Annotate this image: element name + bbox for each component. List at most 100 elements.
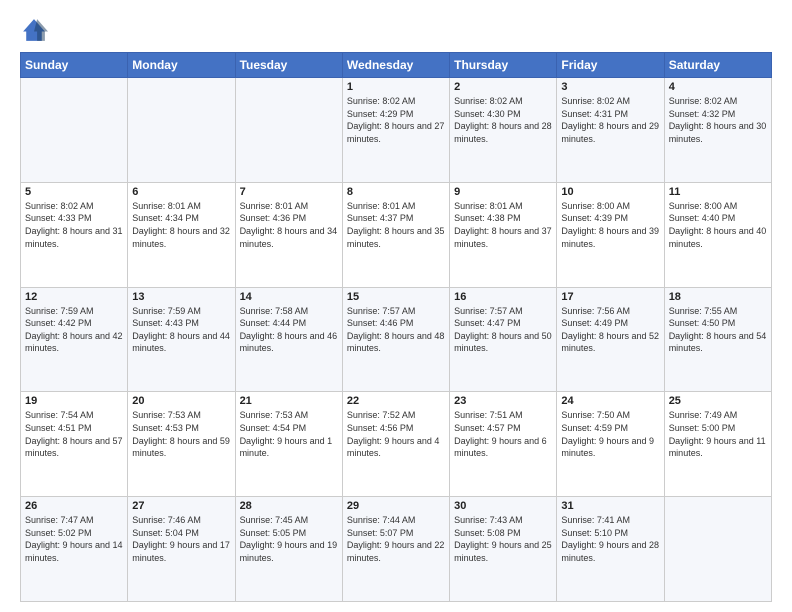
calendar-cell: 2Sunrise: 8:02 AM Sunset: 4:30 PM Daylig… xyxy=(450,78,557,183)
weekday-header-saturday: Saturday xyxy=(664,53,771,78)
calendar-cell: 11 Sunrise: 8:00 AM Sunset: 4:40 PM Dayli… xyxy=(664,182,771,287)
day-info: Sunrise: 7:53 AM Sunset: 4:53 PM Dayligh… xyxy=(132,409,230,459)
day-number: 6 xyxy=(132,186,230,198)
day-number: 3 xyxy=(561,81,659,93)
day-number: 19 xyxy=(25,395,123,407)
calendar-cell xyxy=(128,78,235,183)
calendar-week-1: 1 Sunrise: 8:02 AM Sunset: 4:29 PM Daylig… xyxy=(21,78,772,183)
day-info: Sunrise: 7:53 AM Sunset: 4:54 PM Dayligh… xyxy=(240,409,338,459)
calendar-cell: 10 Sunrise: 8:00 AM Sunset: 4:39 PM Dayli… xyxy=(557,182,664,287)
weekday-header-sunday: Sunday xyxy=(21,53,128,78)
calendar-cell: 26 Sunrise: 7:47 AM Sunset: 5:02 PM Dayli… xyxy=(21,497,128,602)
day-number: 11 xyxy=(669,186,767,198)
day-info: Sunrise: 8:02 AM Sunset: 4:33 PM Dayligh… xyxy=(25,200,123,250)
day-info: Sunrise: 8:01 AM Sunset: 4:37 PM Dayligh… xyxy=(347,200,445,250)
weekday-header-row: SundayMondayTuesdayWednesdayThursdayFrid… xyxy=(21,53,772,78)
day-info: Sunrise: 7:59 AM Sunset: 4:42 PM Dayligh… xyxy=(25,305,123,355)
day-number: 13 xyxy=(132,291,230,303)
calendar-week-5: 26 Sunrise: 7:47 AM Sunset: 5:02 PM Dayli… xyxy=(21,497,772,602)
day-info: Sunrise: 7:54 AM Sunset: 4:51 PM Dayligh… xyxy=(25,409,123,459)
calendar-week-2: 5 Sunrise: 8:02 AM Sunset: 4:33 PM Daylig… xyxy=(21,182,772,287)
day-number: 30 xyxy=(454,500,552,512)
header xyxy=(20,16,772,44)
calendar-cell: 1 Sunrise: 8:02 AM Sunset: 4:29 PM Daylig… xyxy=(342,78,449,183)
day-info: Sunrise: 7:55 AM Sunset: 4:50 PM Dayligh… xyxy=(669,305,767,355)
day-info: Sunrise: 7:57 AM Sunset: 4:46 PM Dayligh… xyxy=(347,305,445,355)
calendar-cell: 29 Sunrise: 7:44 AM Sunset: 5:07 PM Dayli… xyxy=(342,497,449,602)
day-info: Sunrise: 8:01 AM Sunset: 4:34 PM Dayligh… xyxy=(132,200,230,250)
calendar-cell: 28 Sunrise: 7:45 AM Sunset: 5:05 PM Dayli… xyxy=(235,497,342,602)
weekday-header-wednesday: Wednesday xyxy=(342,53,449,78)
calendar-cell: 21 Sunrise: 7:53 AM Sunset: 4:54 PM Dayli… xyxy=(235,392,342,497)
weekday-header-thursday: Thursday xyxy=(450,53,557,78)
day-info: Sunrise: 8:02 AM Sunset: 4:30 PM Dayligh… xyxy=(454,95,552,145)
day-number: 7 xyxy=(240,186,338,198)
day-number: 29 xyxy=(347,500,445,512)
calendar-cell: 20Sunrise: 7:53 AM Sunset: 4:53 PM Dayli… xyxy=(128,392,235,497)
day-info: Sunrise: 8:01 AM Sunset: 4:38 PM Dayligh… xyxy=(454,200,552,250)
day-info: Sunrise: 7:56 AM Sunset: 4:49 PM Dayligh… xyxy=(561,305,659,355)
calendar-cell: 19 Sunrise: 7:54 AM Sunset: 4:51 PM Dayli… xyxy=(21,392,128,497)
day-number: 12 xyxy=(25,291,123,303)
day-number: 21 xyxy=(240,395,338,407)
logo xyxy=(20,16,52,44)
calendar-cell: 6 Sunrise: 8:01 AM Sunset: 4:34 PM Daylig… xyxy=(128,182,235,287)
day-number: 26 xyxy=(25,500,123,512)
weekday-header-monday: Monday xyxy=(128,53,235,78)
calendar-cell: 18 Sunrise: 7:55 AM Sunset: 4:50 PM Dayli… xyxy=(664,287,771,392)
day-number: 18 xyxy=(669,291,767,303)
calendar-cell xyxy=(664,497,771,602)
calendar-cell: 14Sunrise: 7:58 AM Sunset: 4:44 PM Dayli… xyxy=(235,287,342,392)
day-info: Sunrise: 8:00 AM Sunset: 4:39 PM Dayligh… xyxy=(561,200,659,250)
calendar-cell: 25Sunrise: 7:49 AM Sunset: 5:00 PM Dayli… xyxy=(664,392,771,497)
calendar-cell: 22Sunrise: 7:52 AM Sunset: 4:56 PM Dayli… xyxy=(342,392,449,497)
day-number: 28 xyxy=(240,500,338,512)
calendar-cell: 31Sunrise: 7:41 AM Sunset: 5:10 PM Dayli… xyxy=(557,497,664,602)
calendar-body: 1 Sunrise: 8:02 AM Sunset: 4:29 PM Daylig… xyxy=(21,78,772,602)
day-number: 24 xyxy=(561,395,659,407)
calendar-cell: 24 Sunrise: 7:50 AM Sunset: 4:59 PM Dayli… xyxy=(557,392,664,497)
day-number: 9 xyxy=(454,186,552,198)
day-info: Sunrise: 7:46 AM Sunset: 5:04 PM Dayligh… xyxy=(132,514,230,564)
day-number: 4 xyxy=(669,81,767,93)
day-number: 16 xyxy=(454,291,552,303)
calendar-cell: 30 Sunrise: 7:43 AM Sunset: 5:08 PM Dayli… xyxy=(450,497,557,602)
calendar-cell: 15 Sunrise: 7:57 AM Sunset: 4:46 PM Dayli… xyxy=(342,287,449,392)
day-info: Sunrise: 8:02 AM Sunset: 4:32 PM Dayligh… xyxy=(669,95,767,145)
calendar-cell: 16 Sunrise: 7:57 AM Sunset: 4:47 PM Dayli… xyxy=(450,287,557,392)
day-number: 15 xyxy=(347,291,445,303)
calendar-cell: 12 Sunrise: 7:59 AM Sunset: 4:42 PM Dayli… xyxy=(21,287,128,392)
day-info: Sunrise: 7:45 AM Sunset: 5:05 PM Dayligh… xyxy=(240,514,338,564)
day-info: Sunrise: 7:51 AM Sunset: 4:57 PM Dayligh… xyxy=(454,409,552,459)
weekday-header-friday: Friday xyxy=(557,53,664,78)
day-number: 10 xyxy=(561,186,659,198)
day-number: 1 xyxy=(347,81,445,93)
day-info: Sunrise: 8:02 AM Sunset: 4:29 PM Dayligh… xyxy=(347,95,445,145)
day-info: Sunrise: 8:01 AM Sunset: 4:36 PM Dayligh… xyxy=(240,200,338,250)
weekday-header-tuesday: Tuesday xyxy=(235,53,342,78)
calendar-cell: 3Sunrise: 8:02 AM Sunset: 4:31 PM Daylig… xyxy=(557,78,664,183)
day-number: 17 xyxy=(561,291,659,303)
calendar-cell: 9 Sunrise: 8:01 AM Sunset: 4:38 PM Daylig… xyxy=(450,182,557,287)
day-number: 31 xyxy=(561,500,659,512)
day-info: Sunrise: 7:47 AM Sunset: 5:02 PM Dayligh… xyxy=(25,514,123,564)
day-number: 5 xyxy=(25,186,123,198)
day-info: Sunrise: 7:43 AM Sunset: 5:08 PM Dayligh… xyxy=(454,514,552,564)
day-info: Sunrise: 8:00 AM Sunset: 4:40 PM Dayligh… xyxy=(669,200,767,250)
day-info: Sunrise: 7:57 AM Sunset: 4:47 PM Dayligh… xyxy=(454,305,552,355)
calendar-cell: 8 Sunrise: 8:01 AM Sunset: 4:37 PM Daylig… xyxy=(342,182,449,287)
day-info: Sunrise: 7:50 AM Sunset: 4:59 PM Dayligh… xyxy=(561,409,659,459)
day-number: 25 xyxy=(669,395,767,407)
day-info: Sunrise: 7:59 AM Sunset: 4:43 PM Dayligh… xyxy=(132,305,230,355)
calendar-cell: 13 Sunrise: 7:59 AM Sunset: 4:43 PM Dayli… xyxy=(128,287,235,392)
day-info: Sunrise: 7:58 AM Sunset: 4:44 PM Dayligh… xyxy=(240,305,338,355)
logo-icon xyxy=(20,16,48,44)
day-number: 27 xyxy=(132,500,230,512)
day-info: Sunrise: 7:52 AM Sunset: 4:56 PM Dayligh… xyxy=(347,409,445,459)
day-info: Sunrise: 7:44 AM Sunset: 5:07 PM Dayligh… xyxy=(347,514,445,564)
calendar-week-4: 19 Sunrise: 7:54 AM Sunset: 4:51 PM Dayli… xyxy=(21,392,772,497)
calendar-cell xyxy=(235,78,342,183)
day-number: 8 xyxy=(347,186,445,198)
calendar-table: SundayMondayTuesdayWednesdayThursdayFrid… xyxy=(20,52,772,602)
calendar-week-3: 12 Sunrise: 7:59 AM Sunset: 4:42 PM Dayli… xyxy=(21,287,772,392)
